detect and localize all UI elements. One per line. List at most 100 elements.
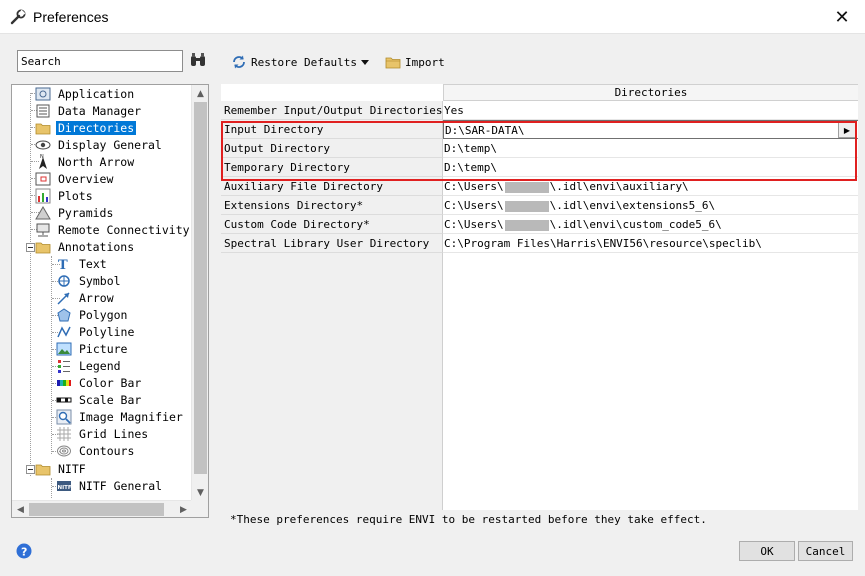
scrollbar-corner	[191, 500, 208, 517]
north-arrow-icon: N	[39, 154, 47, 169]
tree-item-grid-lines[interactable]: Grid Lines	[56, 425, 150, 442]
grid-row-custom-code-directory[interactable]: Custom Code Directory* C:\Users\ \.idl\en…	[221, 215, 858, 234]
help-icon[interactable]: ?	[16, 543, 32, 559]
tree-line	[51, 256, 52, 454]
tree-item-display-general[interactable]: Display General	[35, 136, 164, 153]
tree-item-polyline[interactable]: Polyline	[56, 323, 136, 340]
title-bar: Preferences ✕	[0, 0, 865, 34]
tree-item-data-manager[interactable]: Data Manager	[35, 102, 143, 119]
close-button[interactable]: ✕	[819, 0, 865, 34]
row-label: Extensions Directory*	[221, 196, 443, 215]
row-value[interactable]: Yes	[443, 101, 858, 120]
browse-button[interactable]: ▶	[838, 122, 856, 138]
magnifier-icon	[56, 409, 72, 424]
tree-item-pyramids[interactable]: Pyramids	[35, 204, 115, 221]
row-label: Input Directory	[221, 120, 443, 139]
restore-defaults-button[interactable]: Restore Defaults	[231, 52, 370, 72]
pyramid-icon	[35, 205, 51, 219]
column-header-directories: Directories	[443, 84, 858, 101]
cancel-button[interactable]: Cancel	[798, 541, 853, 561]
binoculars-icon[interactable]	[189, 51, 207, 69]
window-title: Preferences	[33, 9, 109, 25]
tree-horizontal-scrollbar[interactable]: ◀ ▶	[12, 500, 192, 517]
tree-item-color-bar[interactable]: Color Bar	[56, 374, 143, 391]
tree-item-annotations[interactable]: Annotations	[35, 238, 136, 255]
tree-item-image-magnifier[interactable]: Image Magnifier	[56, 408, 185, 425]
folder-icon	[385, 57, 401, 69]
search-input[interactable]	[17, 50, 183, 72]
eye-icon	[35, 140, 51, 149]
svg-text:T: T	[58, 258, 68, 272]
tree-item-plots[interactable]: Plots	[35, 187, 95, 204]
color-bar-icon	[57, 379, 71, 386]
tree-horizontal-scroll-thumb[interactable]	[29, 503, 164, 516]
tree-item-polygon[interactable]: Polygon	[56, 306, 129, 323]
polyline-icon	[57, 325, 71, 337]
tree-item-arrow[interactable]: Arrow	[56, 289, 116, 306]
arrow-right-icon: ▶	[843, 125, 851, 135]
tree-item-remote-connectivity[interactable]: Remote Connectivity	[35, 221, 192, 238]
tree-item-text[interactable]: T Text	[56, 255, 109, 272]
svg-text:N: N	[40, 154, 44, 160]
tree-line	[51, 478, 52, 498]
grid-row-auxiliary-directory[interactable]: Auxiliary File Directory C:\Users\ \.idl\…	[221, 177, 858, 196]
tree-item-north-arrow[interactable]: N North Arrow	[35, 153, 136, 170]
folder-icon	[35, 242, 51, 253]
tree-item-contours[interactable]: Contours	[56, 442, 136, 459]
plot-icon	[35, 188, 51, 203]
tree-content: Application Data Manager Directories Dis…	[12, 85, 192, 501]
wrench-icon	[10, 9, 26, 25]
tree-vertical-scroll-thumb[interactable]	[194, 102, 207, 474]
grid-row-remember-directories[interactable]: Remember Input/Output Directories Yes	[221, 101, 858, 120]
ok-button[interactable]: OK	[739, 541, 795, 561]
redacted-username	[504, 181, 549, 193]
scroll-left-icon[interactable]: ◀	[12, 501, 29, 517]
tree-item-symbol[interactable]: Symbol	[56, 272, 123, 289]
row-value[interactable]: C:\Users\ \.idl\envi\extensions5_6\	[443, 196, 858, 215]
grid-row-spectral-library-directory[interactable]: Spectral Library User Directory C:\Progr…	[221, 234, 858, 253]
scroll-up-icon[interactable]: ▲	[192, 85, 208, 102]
svg-text:?: ?	[21, 546, 27, 559]
row-label: Spectral Library User Directory	[221, 234, 443, 253]
grid-row-extensions-directory[interactable]: Extensions Directory* C:\Users\ \.idl\env…	[221, 196, 858, 215]
category-tree[interactable]: Application Data Manager Directories Dis…	[11, 84, 209, 518]
tree-item-picture[interactable]: Picture	[56, 340, 129, 357]
tree-item-nitf-general[interactable]: NITF NITF General	[56, 477, 164, 494]
row-label: Remember Input/Output Directories	[221, 101, 443, 120]
collapse-annotations-toggle[interactable]	[26, 243, 35, 252]
folder-icon	[35, 123, 51, 134]
tree-item-overview[interactable]: Overview	[35, 170, 115, 187]
close-icon: ✕	[834, 6, 850, 28]
collapse-nitf-toggle[interactable]	[26, 465, 35, 474]
tree-item-directories[interactable]: Directories	[35, 119, 137, 136]
picture-icon	[56, 342, 72, 355]
tree-item-nitf[interactable]: NITF	[35, 460, 88, 477]
row-value[interactable]: D:\temp\	[443, 158, 858, 177]
tree-item-scale-bar[interactable]: Scale Bar	[56, 391, 143, 408]
import-button[interactable]: Import	[385, 52, 445, 72]
input-directory-field[interactable]: D:\SAR-DATA\ ▶	[443, 120, 858, 139]
grid-row-input-directory[interactable]: Input Directory D:\SAR-DATA\ ▶	[221, 120, 858, 139]
row-value[interactable]: C:\Users\ \.idl\envi\custom_code5_6\	[443, 215, 858, 234]
text-icon: T	[58, 258, 68, 272]
refresh-icon	[233, 55, 245, 69]
polygon-icon	[57, 307, 71, 321]
row-value[interactable]: C:\Users\ \.idl\envi\auxiliary\	[443, 177, 858, 196]
legend-icon	[58, 359, 70, 373]
grid-icon	[57, 426, 71, 441]
grid-row-output-directory[interactable]: Output Directory D:\temp\	[221, 139, 858, 158]
row-label: Output Directory	[221, 139, 443, 158]
data-manager-icon	[36, 104, 50, 117]
tree-item-legend[interactable]: Legend	[56, 357, 123, 374]
row-value[interactable]: C:\Program Files\Harris\ENVI56\resource\…	[443, 234, 858, 253]
scroll-right-icon[interactable]: ▶	[175, 501, 192, 517]
tree-item-application[interactable]: Application	[35, 85, 136, 102]
row-value[interactable]: D:\temp\	[443, 139, 858, 158]
tree-vertical-scrollbar[interactable]: ▲ ▼	[191, 85, 208, 501]
folder-icon	[35, 464, 51, 475]
row-label: Custom Code Directory*	[221, 215, 443, 234]
scroll-down-icon[interactable]: ▼	[192, 484, 208, 501]
scale-bar-icon	[56, 397, 72, 402]
application-icon	[35, 87, 51, 100]
grid-row-temporary-directory[interactable]: Temporary Directory D:\temp\	[221, 158, 858, 177]
